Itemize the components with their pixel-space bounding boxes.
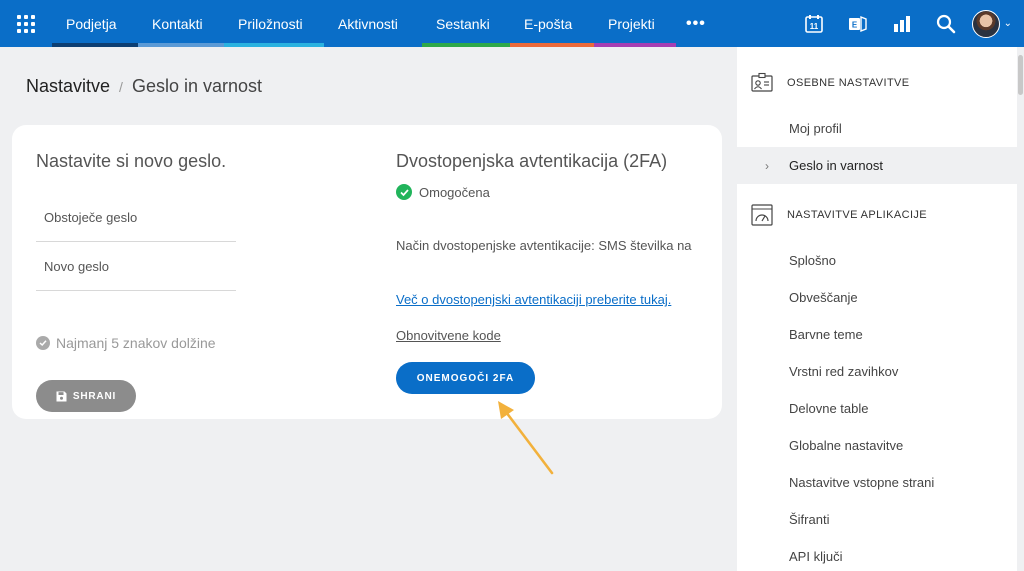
settings-card: Nastavite si novo geslo. Najmanj 5 znako… — [12, 125, 722, 419]
twofa-method: Način dvostopenjske avtentikacije: SMS š… — [396, 238, 692, 253]
sidebar-item-label: Splošno — [789, 253, 836, 268]
avatar — [971, 9, 1000, 38]
sidebar-item-geslo-in-varnost[interactable]: › Geslo in varnost — [737, 147, 1017, 184]
twofa-title: Dvostopenjska avtentikacija (2FA) — [396, 151, 668, 171]
twofa-info-link[interactable]: Več o dvostopenjski avtentikaciji preber… — [396, 292, 671, 307]
tab-label: Projekti — [608, 15, 655, 32]
section-label: NASTAVITVE APLIKACIJE — [787, 209, 928, 221]
sidebar-item-label: Delovne table — [789, 401, 869, 416]
tab-sestanki[interactable]: Sestanki — [422, 0, 510, 47]
tab-color-bar — [594, 43, 676, 47]
tab-label: E-pošta — [524, 15, 573, 32]
breadcrumb: Nastavitve / Geslo in varnost — [26, 76, 262, 97]
tab-kontakti[interactable]: Kontakti — [138, 0, 224, 47]
tab-priloznosti[interactable]: Priložnosti — [224, 0, 324, 47]
sidebar-item-vrstni-red-zavihkov[interactable]: Vrstni red zavihkov — [737, 353, 1017, 390]
tab-label: Priložnosti — [238, 15, 303, 32]
password-title: Nastavite si novo geslo. — [36, 151, 227, 171]
section-label: OSEBNE NASTAVITVE — [787, 77, 910, 89]
reports-icon[interactable] — [880, 0, 924, 47]
chevron-right-icon: › — [765, 158, 769, 173]
twofa-status: Omogočena — [396, 184, 490, 200]
settings-sidebar: OSEBNE NASTAVITVE Moj profil › Geslo in v… — [737, 47, 1017, 571]
search-icon[interactable] — [924, 0, 968, 47]
tab-color-bar — [422, 43, 510, 47]
password-requirement: Najmanj 5 znakov dolžine — [36, 335, 216, 351]
disable-2fa-button[interactable]: ONEMOGOČI 2FA — [396, 362, 535, 394]
save-button[interactable]: SHRANI — [36, 380, 136, 412]
check-circle-icon — [36, 336, 50, 350]
tab-aktivnosti[interactable]: Aktivnosti — [324, 0, 422, 47]
sidebar-item-moj-profil[interactable]: Moj profil — [737, 110, 1017, 147]
chevron-down-icon: ⌄ — [1003, 18, 1012, 29]
user-menu[interactable]: ⌄ — [971, 9, 1012, 38]
sidebar-item-obvescanje[interactable]: Obveščanje — [737, 279, 1017, 316]
tab-label: Podjetja — [66, 15, 117, 32]
tab-color-bar — [52, 43, 138, 47]
tab-color-bar — [138, 43, 224, 47]
sidebar-scrollbar[interactable] — [1017, 47, 1024, 571]
exchange-icon[interactable]: E — [836, 0, 880, 47]
tab-color-bar — [324, 43, 422, 47]
sidebar-item-nastavitve-vstopne-strani[interactable]: Nastavitve vstopne strani — [737, 464, 1017, 501]
password-section: Nastavite si novo geslo. Najmanj 5 znako… — [36, 151, 236, 412]
tab-projekti[interactable]: Projekti — [594, 0, 676, 47]
calendar-day: 11 — [809, 22, 818, 31]
floppy-disk-icon — [56, 391, 67, 401]
more-icon[interactable]: ••• — [676, 0, 716, 47]
tab-label: Sestanki — [436, 15, 490, 32]
sidebar-item-delovne-table[interactable]: Delovne table — [737, 390, 1017, 427]
sidebar-item-label: Globalne nastavitve — [789, 438, 904, 453]
id-card-icon — [751, 72, 773, 92]
breadcrumb-root[interactable]: Nastavitve — [26, 76, 110, 97]
sidebar-item-label: Obveščanje — [789, 290, 858, 305]
calendar-icon[interactable]: 11 — [792, 0, 836, 47]
tab-label: Kontakti — [152, 15, 203, 32]
sidebar-item-globalne-nastavitve[interactable]: Globalne nastavitve — [737, 427, 1017, 464]
scrollbar-thumb[interactable] — [1018, 55, 1023, 95]
annotation-arrow-icon — [498, 401, 554, 475]
sidebar-item-label: Šifranti — [789, 512, 830, 527]
twofa-section: Dvostopenjska avtentikacija (2FA) Omogoč… — [396, 151, 706, 394]
app-settings-header: NASTAVITVE APLIKACIJE — [751, 204, 927, 226]
sidebar-item-label: Geslo in varnost — [789, 158, 883, 173]
sidebar-item-label: Nastavitve vstopne strani — [789, 475, 935, 490]
sidebar-item-label: API ključi — [789, 549, 843, 564]
sidebar-item-label: Vrstni red zavihkov — [789, 364, 899, 379]
current-password-field — [36, 193, 236, 242]
tab-label: Aktivnosti — [338, 15, 398, 32]
sidebar-item-splosno[interactable]: Splošno — [737, 242, 1017, 279]
sidebar-item-sifranti[interactable]: Šifranti — [737, 501, 1017, 538]
recovery-codes-link[interactable]: Obnovitvene kode — [396, 328, 501, 343]
breadcrumb-current: Geslo in varnost — [131, 76, 262, 96]
twofa-status-text: Omogočena — [419, 184, 490, 200]
sidebar-item-api-kljuci[interactable]: API ključi — [737, 538, 1017, 571]
svg-text:E: E — [851, 20, 857, 29]
current-password-input[interactable] — [36, 193, 236, 241]
apps-grid-icon[interactable] — [0, 0, 52, 47]
tab-podjetja[interactable]: Podjetja — [52, 0, 138, 47]
dashboard-window-icon — [751, 204, 773, 226]
top-navbar: Podjetja Kontakti Priložnosti Aktivnosti… — [0, 0, 1024, 47]
requirement-text: Najmanj 5 znakov dolžine — [56, 335, 216, 351]
personal-settings-header: OSEBNE NASTAVITVE — [751, 72, 910, 94]
tab-color-bar — [510, 43, 594, 47]
new-password-input[interactable] — [36, 242, 236, 290]
breadcrumb-separator: / — [119, 79, 123, 95]
sidebar-item-barvne-teme[interactable]: Barvne teme — [737, 316, 1017, 353]
nav-tabs: Podjetja Kontakti Priložnosti Aktivnosti… — [52, 0, 676, 47]
sidebar-item-label: Moj profil — [789, 121, 842, 136]
tab-eposta[interactable]: E-pošta — [510, 0, 594, 47]
sidebar-item-label: Barvne teme — [789, 327, 863, 342]
check-circle-icon — [396, 184, 412, 200]
save-label: SHRANI — [72, 390, 117, 402]
tab-color-bar — [224, 43, 324, 47]
new-password-field — [36, 242, 236, 291]
